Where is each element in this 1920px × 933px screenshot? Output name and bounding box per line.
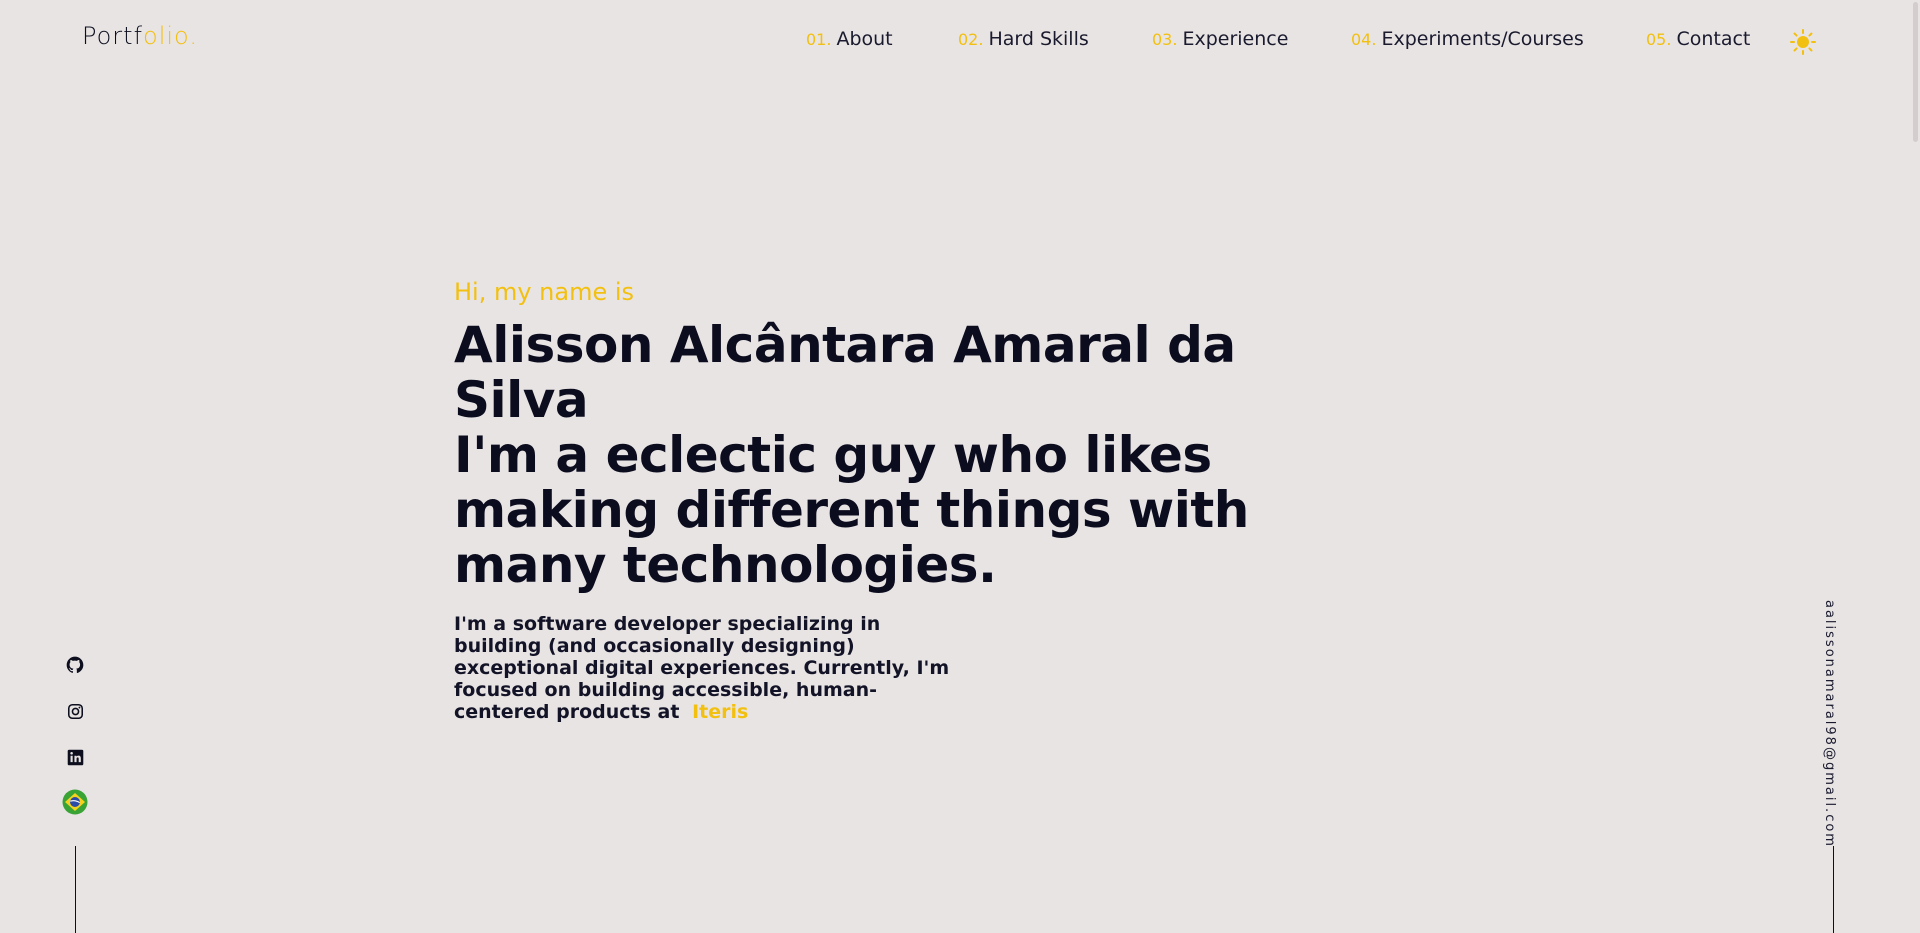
nav-item-number: 04.: [1351, 30, 1377, 49]
linkedin-icon: [67, 749, 83, 765]
nav-item-number: 05.: [1646, 30, 1672, 49]
site-header: Portfolio. 01. About 02. Hard Skills 03. Ex…: [0, 0, 1920, 80]
nav-item-label: Experience: [1182, 28, 1289, 50]
bio-paragraph: I'm a software developer specializing in…: [454, 613, 964, 723]
left-vertical-line: [75, 846, 76, 933]
nav-item-hard-skills[interactable]: 02. Hard Skills: [958, 28, 1089, 50]
nav-item-number: 03.: [1152, 30, 1178, 49]
greeting-text: Hi, my name is: [454, 278, 635, 306]
github-link[interactable]: [60, 650, 90, 680]
nav-item-experiments-courses[interactable]: 04. Experiments/Courses: [1351, 28, 1584, 50]
nav-item-number: 02.: [958, 30, 984, 49]
nav-item-label: Experiments/Courses: [1381, 28, 1584, 50]
scrollbar-thumb[interactable]: [1913, 2, 1918, 142]
nav-item-label: About: [836, 28, 893, 50]
github-icon: [66, 656, 84, 674]
company-link[interactable]: Iteris: [692, 701, 748, 723]
nav-item-contact[interactable]: 05. Contact: [1646, 28, 1750, 50]
right-vertical-line: [1833, 846, 1834, 933]
language-toggle[interactable]: [60, 787, 90, 817]
nav-item-experience[interactable]: 03. Experience: [1152, 28, 1288, 50]
logo[interactable]: Portfolio.: [82, 22, 198, 50]
brazil-flag-icon: [62, 789, 88, 815]
nav-item-number: 01.: [806, 30, 832, 49]
tagline-heading: I'm a eclectic guy who likes making diff…: [454, 426, 1249, 594]
name-heading: Alisson Alcântara Amaral da Silva: [454, 316, 1236, 429]
nav-item-label: Hard Skills: [988, 28, 1089, 50]
linkedin-link[interactable]: [60, 742, 90, 772]
page-scrollbar[interactable]: [1912, 0, 1920, 933]
theme-toggle-button[interactable]: [1790, 29, 1816, 55]
email-link[interactable]: aalissonamaral98@gmail.com: [1822, 600, 1837, 848]
instagram-icon: [67, 703, 83, 719]
nav-item-label: Contact: [1676, 28, 1751, 50]
sun-icon: [1790, 29, 1816, 55]
instagram-link[interactable]: [60, 696, 90, 726]
nav-item-about[interactable]: 01. About: [806, 28, 893, 50]
hero-section: Hi, my name is Alisson Alcântara Amaral …: [454, 278, 1354, 723]
